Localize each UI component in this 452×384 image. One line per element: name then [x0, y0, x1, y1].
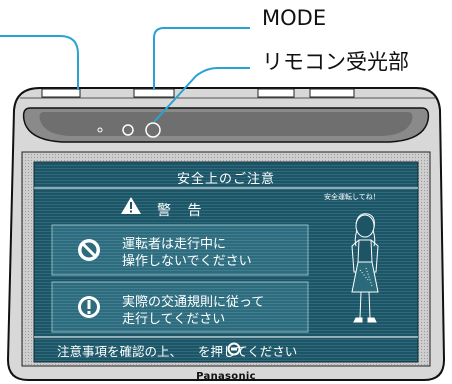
footer-text-end: を押してください — [198, 344, 298, 359]
top-button-left — [41, 88, 81, 98]
mode-button — [133, 88, 175, 98]
box1-line2: 操作しないでください — [122, 254, 252, 269]
footer-instruction: 注意事項を確認の上、 を押してください — [57, 341, 297, 360]
warning-heading: 警 告 — [157, 203, 208, 219]
callout-line-mode — [153, 27, 250, 90]
brand-logo: Panasonic — [196, 371, 256, 382]
mode-label: MODE — [262, 6, 327, 30]
prohibit-icon — [78, 239, 100, 261]
exclamation-icon — [78, 296, 100, 318]
top-button-right — [309, 88, 355, 98]
box2-line2: 走行してください — [122, 312, 226, 327]
remote-sensor-label: リモコン受光部 — [262, 50, 409, 74]
top-button-center — [257, 88, 295, 98]
callout-line-left — [0, 35, 79, 90]
speech-bubble: 安全運転してね！ — [324, 193, 380, 201]
screen-title: 安全上のご注意 — [176, 172, 275, 187]
footer-text-start: 注意事項を確認の上、 — [57, 344, 183, 359]
